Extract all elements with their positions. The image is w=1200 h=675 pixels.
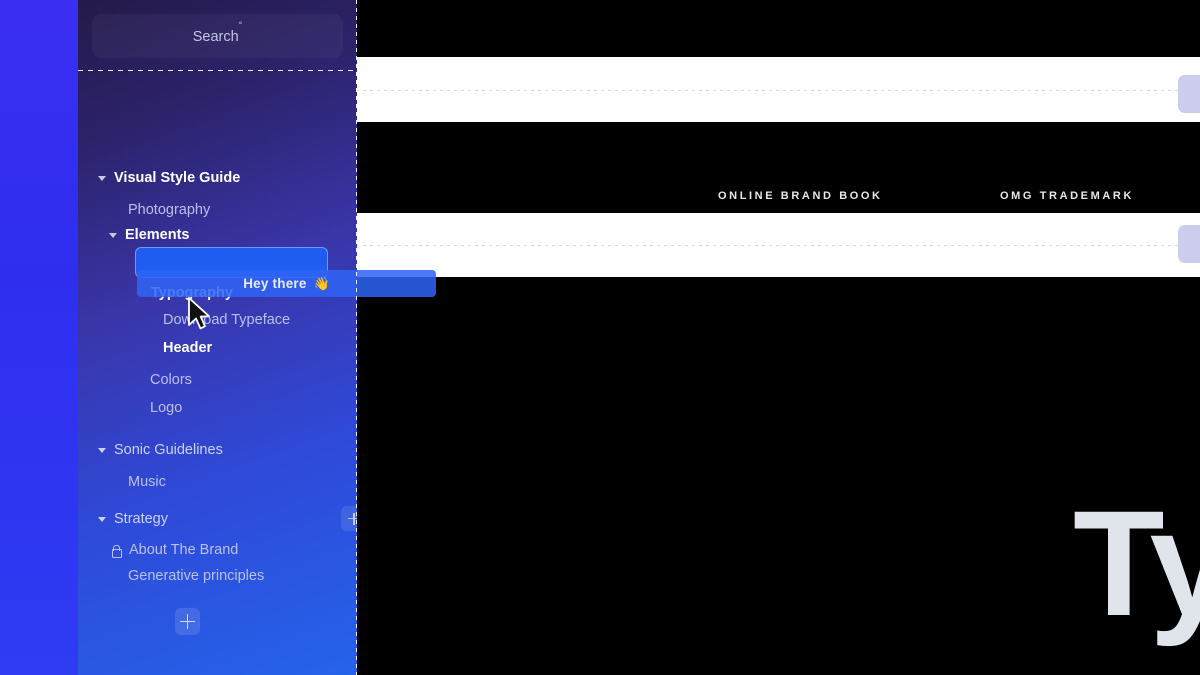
content-label-1: OMG TRADEMARK bbox=[1000, 190, 1135, 202]
sidebar-item-generative-principles[interactable]: Generative principles bbox=[78, 563, 357, 589]
sidebar-item-download-typeface[interactable]: Download Typeface bbox=[78, 307, 357, 333]
lock-icon bbox=[110, 544, 122, 558]
headline-typography: Typogr bbox=[1073, 479, 1200, 647]
edge-chip-0[interactable] bbox=[1178, 75, 1200, 113]
chevron-down-icon[interactable] bbox=[98, 515, 107, 524]
search-superscript: ° bbox=[238, 20, 243, 31]
drag-tooltip: Hey there 👋 bbox=[137, 270, 436, 297]
chevron-down-icon[interactable] bbox=[109, 231, 118, 240]
waving-hand-icon: 👋 bbox=[313, 275, 330, 291]
sidebar-item-label: Logo bbox=[150, 400, 183, 416]
sidebar-item-label: Visual Style Guide bbox=[114, 170, 241, 186]
content-band-black-0 bbox=[356, 0, 1200, 57]
sidebar-item-label: Colors bbox=[150, 372, 192, 388]
dotted-guide-3 bbox=[356, 245, 1200, 246]
sidebar-item-photography[interactable]: Photography bbox=[78, 197, 357, 223]
mouse-cursor-icon bbox=[188, 297, 210, 330]
sidebar-item-label: Strategy bbox=[114, 511, 168, 527]
sidebar-item-about-the-brand[interactable]: About The Brand bbox=[78, 537, 357, 563]
add-page-button[interactable] bbox=[175, 608, 200, 635]
sidebar-item-label: Photography bbox=[128, 202, 211, 218]
sidebar-item-sonic-guidelines[interactable]: Sonic Guidelines bbox=[78, 437, 357, 463]
left-rail bbox=[0, 0, 78, 675]
chevron-down-icon[interactable] bbox=[98, 174, 107, 183]
content-canvas: ONLINE BRAND BOOK OMG TRADEMARK Typogr bbox=[356, 0, 1200, 675]
sidebar-item-label: Sonic Guidelines bbox=[114, 442, 223, 458]
chevron-down-icon[interactable] bbox=[98, 446, 107, 455]
sidebar-item-label: About The Brand bbox=[129, 542, 239, 558]
sidebar-item-label: Elements bbox=[125, 227, 190, 243]
sidebar-item-colors[interactable]: Colors bbox=[78, 367, 357, 393]
sidebar: Search° Visual Style Guide Photography Ele… bbox=[78, 0, 357, 675]
sidebar-item-label: Header bbox=[163, 340, 213, 356]
edge-chip-1[interactable] bbox=[1178, 225, 1200, 263]
sidebar-item-header[interactable]: Header bbox=[78, 335, 357, 361]
sidebar-item-visual-style-guide[interactable]: Visual Style Guide bbox=[78, 165, 357, 191]
drag-tooltip-label: Hey there bbox=[243, 276, 307, 291]
dashed-divider-vertical bbox=[356, 0, 357, 675]
app-window: ONLINE BRAND BOOK OMG TRADEMARK Typogr Se… bbox=[0, 0, 1200, 675]
dashed-divider-horizontal bbox=[78, 70, 357, 71]
search-placeholder: Search° bbox=[192, 20, 243, 45]
sidebar-item-elements[interactable]: Elements bbox=[78, 222, 357, 248]
search-label: Search bbox=[192, 28, 239, 45]
sidebar-item-strategy[interactable]: Strategy bbox=[78, 506, 357, 532]
sidebar-item-label: Download Typeface bbox=[163, 312, 291, 328]
sidebar-item-logo[interactable]: Logo bbox=[78, 395, 357, 421]
row-actions-toolbar[interactable] bbox=[341, 506, 357, 531]
dotted-guide-1 bbox=[356, 90, 1200, 91]
sidebar-item-music[interactable]: Music bbox=[78, 469, 357, 495]
search-input[interactable]: Search° bbox=[92, 14, 343, 58]
content-label-0: ONLINE BRAND BOOK bbox=[718, 190, 883, 202]
sidebar-item-label: Generative principles bbox=[128, 568, 265, 584]
sidebar-item-label: Music bbox=[128, 474, 166, 490]
